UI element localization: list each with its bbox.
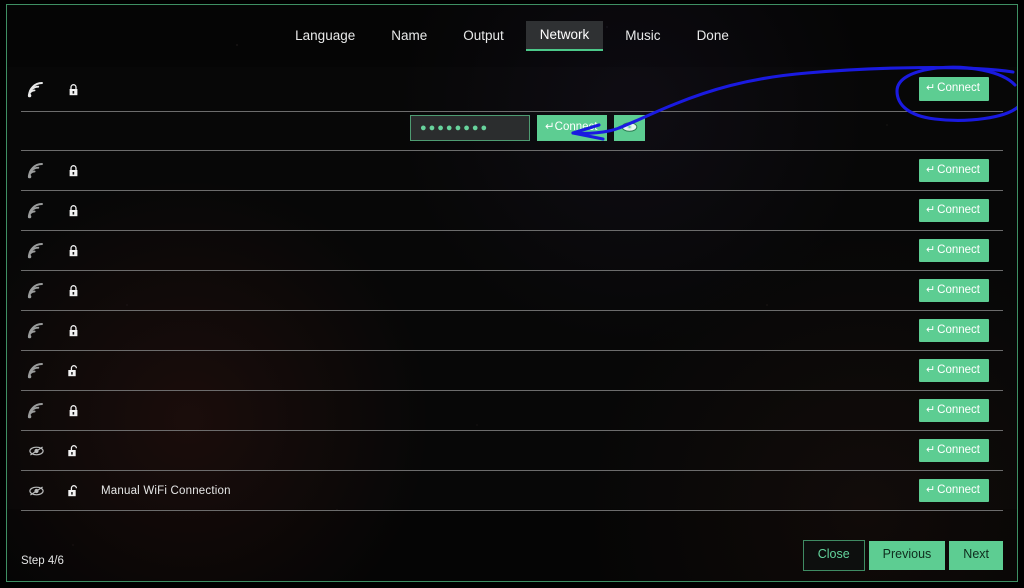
connect-button[interactable]: ↵ Connect	[918, 478, 989, 503]
return-arrow-icon: ↵	[545, 121, 555, 134]
connect-button-label: Connect	[937, 203, 980, 216]
eye-hidden-icon	[25, 441, 47, 461]
password-input[interactable]	[410, 115, 530, 141]
wifi-signal-icon	[25, 201, 47, 221]
table-row[interactable]: ↵ Connect	[21, 231, 1003, 271]
connect-button[interactable]: ↵ Connect	[918, 158, 989, 183]
wifi-signal-icon	[25, 401, 47, 421]
next-button[interactable]: Next	[949, 541, 1003, 570]
wifi-signal-icon	[25, 361, 47, 381]
lock-closed-icon	[63, 401, 83, 421]
return-arrow-icon: ↵	[925, 283, 936, 296]
tab-language[interactable]: Language	[281, 22, 369, 51]
ssid-label: Manual WiFi Connection	[101, 484, 231, 497]
lock-closed-icon	[63, 281, 83, 301]
eye-hidden-icon	[25, 481, 47, 501]
lock-closed-icon	[63, 161, 83, 181]
network-list: ↵Connect ↵Connect	[7, 67, 1017, 511]
tab-name[interactable]: Name	[377, 22, 441, 51]
connect-button[interactable]: ↵ Connect	[918, 238, 989, 263]
connect-button[interactable]: ↵ Connect	[918, 358, 989, 383]
connect-button-label: Connect	[937, 483, 980, 496]
footer-buttons: Close Previous Next	[802, 540, 1003, 571]
lock-open-icon	[63, 441, 83, 461]
lock-closed-icon	[63, 79, 83, 99]
lock-open-icon	[63, 361, 83, 381]
table-row[interactable]: ↵ Connect	[21, 431, 1003, 471]
password-connect-button[interactable]: ↵Connect	[537, 115, 608, 141]
password-connect-label: Connect	[554, 121, 598, 134]
tab-output[interactable]: Output	[449, 22, 518, 51]
lock-closed-icon	[63, 241, 83, 261]
connect-button[interactable]: ↵ Connect	[918, 318, 989, 343]
lock-open-icon	[63, 481, 83, 501]
return-arrow-icon: ↵	[925, 243, 936, 256]
connect-button[interactable]: ↵ Connect	[918, 438, 989, 463]
table-row[interactable]: ↵ Connect	[21, 351, 1003, 391]
return-arrow-icon: ↵	[925, 323, 936, 336]
wizard-tab-bar: Language Name Output Network Music Done	[7, 5, 1017, 67]
connect-button-label: Connect	[937, 283, 980, 296]
connect-button-label: Connect	[937, 323, 980, 336]
table-row[interactable]: ↵ Connect	[21, 311, 1003, 351]
wifi-signal-icon	[25, 79, 47, 99]
table-row[interactable]: ↵ Connect	[21, 67, 1003, 112]
connect-button[interactable]: ↵ Connect	[918, 398, 989, 423]
return-arrow-icon: ↵	[925, 403, 936, 416]
tab-done[interactable]: Done	[683, 22, 743, 51]
return-arrow-icon: ↵	[925, 363, 936, 376]
connect-button[interactable]: ↵ Connect	[918, 77, 989, 101]
step-indicator: Step 4/6	[21, 555, 64, 567]
lock-closed-icon	[63, 321, 83, 341]
tab-music[interactable]: Music	[611, 22, 674, 51]
return-arrow-icon: ↵	[925, 82, 936, 95]
return-arrow-icon: ↵	[925, 203, 936, 216]
wizard-footer: Step 4/6 Close Previous Next	[7, 507, 1017, 581]
lock-closed-icon	[63, 201, 83, 221]
screen-root: Language Name Output Network Music Done	[0, 0, 1024, 588]
wifi-signal-icon	[25, 161, 47, 181]
previous-button[interactable]: Previous	[868, 541, 946, 570]
connect-button-label: Connect	[937, 443, 980, 456]
connect-button-label: Connect	[937, 363, 980, 376]
wifi-signal-icon	[25, 241, 47, 261]
return-arrow-icon: ↵	[925, 483, 936, 496]
connect-button-label: Connect	[937, 243, 980, 256]
connect-button[interactable]: ↵ Connect	[918, 198, 989, 223]
connect-button-label: Connect	[937, 163, 980, 176]
table-row[interactable]: ↵ Connect	[21, 391, 1003, 431]
wifi-signal-icon	[25, 281, 47, 301]
connect-button-label: Connect	[937, 82, 980, 95]
connect-button-label: Connect	[937, 403, 980, 416]
table-row[interactable]: ↵ Connect	[21, 151, 1003, 191]
connect-button[interactable]: ↵ Connect	[918, 278, 989, 303]
setup-wizard-window: Language Name Output Network Music Done	[6, 4, 1018, 582]
table-row[interactable]: Manual WiFi Connection ↵ Connect	[21, 471, 1003, 511]
password-entry-row: ↵Connect	[21, 112, 1003, 151]
table-row[interactable]: ↵ Connect	[21, 191, 1003, 231]
table-row[interactable]: ↵ Connect	[21, 271, 1003, 311]
show-password-button[interactable]	[614, 115, 646, 141]
password-controls: ↵Connect	[410, 115, 646, 141]
tab-network[interactable]: Network	[525, 20, 604, 52]
return-arrow-icon: ↵	[925, 443, 936, 456]
wifi-signal-icon	[25, 321, 47, 341]
return-arrow-icon: ↵	[925, 163, 936, 176]
close-button[interactable]: Close	[802, 540, 865, 571]
eye-icon	[621, 121, 638, 136]
